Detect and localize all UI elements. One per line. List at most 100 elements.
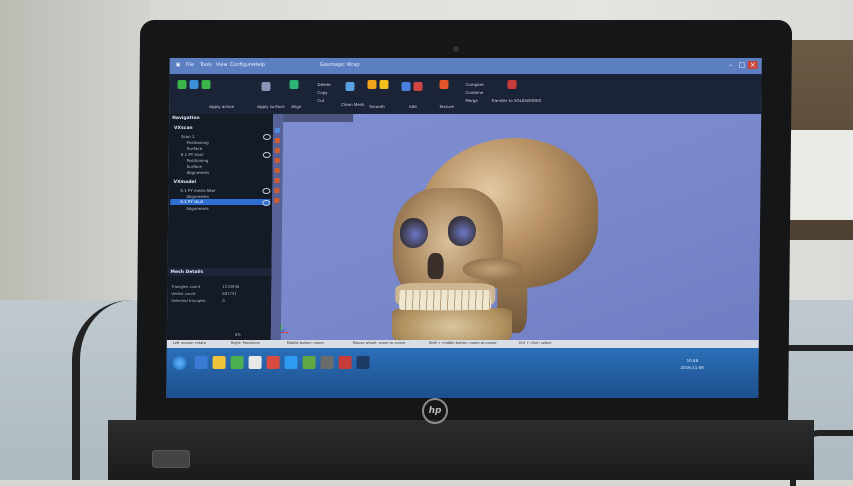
ie-icon[interactable] <box>194 356 208 369</box>
detail-label: Selected triangles <box>171 298 206 303</box>
window-title: Geomagic Wrap <box>319 62 360 68</box>
section-vxmodel[interactable]: VXmodel <box>173 180 196 185</box>
smooth-icon[interactable] <box>367 80 377 89</box>
section-vxscan[interactable]: VXscan <box>174 126 193 131</box>
ribbon-toolbar: Apply active Apply surface Align Delete … <box>169 74 762 114</box>
skull-zygoma <box>462 258 523 280</box>
ribbon-label-compare[interactable]: Compare <box>465 82 483 87</box>
app-icon[interactable] <box>302 356 316 369</box>
ribbon-label-clean-mesh: Clean Mesh <box>341 102 365 107</box>
scan-icon[interactable] <box>189 80 199 89</box>
close-button[interactable]: × <box>747 61 758 69</box>
tree-item[interactable]: Alignments <box>186 206 209 211</box>
visibility-eye-icon[interactable] <box>262 134 271 140</box>
background-box <box>790 130 853 220</box>
polygon-icon[interactable] <box>274 158 280 163</box>
title-bar: ▣ File Tools View Configure Help Geomagi… <box>169 58 762 75</box>
detail-label: Vertex count <box>171 291 196 296</box>
progress-label: 0% <box>234 332 241 337</box>
skull-teeth <box>399 290 492 310</box>
maximize-button[interactable]: □ <box>737 61 747 69</box>
viewport-view-toolbar <box>283 114 354 122</box>
menu-configure[interactable]: Configure <box>230 62 254 68</box>
status-text: Right: Pan/zoom <box>230 341 261 345</box>
webcam-icon <box>453 46 459 52</box>
app-icon: ▣ <box>175 62 181 68</box>
mesh-details-header: Mesh Details <box>167 268 272 276</box>
status-text: Middle button: zoom <box>286 341 324 345</box>
menu-help[interactable]: Help <box>254 62 265 68</box>
visibility-eye-icon[interactable] <box>262 188 271 194</box>
visibility-eye-icon[interactable] <box>262 200 271 206</box>
tree-item[interactable]: Scan 1 <box>181 134 195 139</box>
hp-logo: hp <box>422 398 448 424</box>
grow-icon[interactable] <box>274 198 280 203</box>
chrome-icon[interactable] <box>266 356 280 369</box>
vxelements-icon[interactable] <box>338 356 352 369</box>
clean-mesh-icon[interactable] <box>345 82 355 91</box>
ribbon-label-texture: Texture <box>439 104 454 109</box>
minimize-button[interactable]: – <box>726 61 736 69</box>
skype-icon[interactable] <box>284 356 298 369</box>
ribbon-label-transfer: Transfer to SOLIDWORKS <box>491 98 542 103</box>
visibility-eye-icon[interactable] <box>262 152 271 158</box>
edit-icon[interactable] <box>401 82 411 91</box>
tray-date[interactable]: 2016-11-08 <box>681 365 704 370</box>
invert-icon[interactable] <box>274 188 280 193</box>
detail-value: 607751 <box>222 291 237 296</box>
status-text: Ctrl + click: select <box>518 341 552 345</box>
cut-plane-icon[interactable] <box>413 82 423 91</box>
tree-item[interactable]: 6.1 PY mesh-filter <box>180 188 215 193</box>
menu-tools[interactable]: Tools <box>200 62 212 68</box>
status-text: Left mouse: rotate <box>172 341 206 345</box>
menu-view[interactable]: View <box>216 62 228 68</box>
skull-nasal-cavity <box>427 253 444 279</box>
solidworks-icon[interactable] <box>507 80 517 89</box>
apply-surface-icon[interactable] <box>261 82 271 91</box>
tree-item[interactable]: Alignments <box>187 170 210 175</box>
detail-value: 0 <box>222 298 225 303</box>
menu-file[interactable]: File <box>186 62 194 68</box>
background-door <box>0 0 150 300</box>
circle-icon[interactable] <box>274 178 280 183</box>
ribbon-label-cut[interactable]: Cut <box>317 98 324 103</box>
status-text: Shift + middle button: zoom at cursor <box>428 341 497 345</box>
lasso-icon[interactable] <box>274 138 280 143</box>
laptop-button <box>152 450 190 468</box>
tree-item[interactable]: Surface <box>187 164 202 169</box>
detail-value: 1233936 <box>222 284 240 289</box>
tree-item[interactable]: Positioning <box>187 158 209 163</box>
app-icon[interactable] <box>320 356 334 369</box>
ribbon-label-apply-surface: Apply surface <box>257 104 285 109</box>
brush-icon[interactable] <box>274 148 280 153</box>
status-text: Mouse wheel: zoom to cursor <box>352 341 406 345</box>
surface-icon[interactable] <box>201 80 211 89</box>
status-bar: Left mouse: rotate Right: Pan/zoom Middl… <box>166 340 759 348</box>
rectangle-icon[interactable] <box>274 168 280 173</box>
fill-holes-icon[interactable] <box>379 80 389 89</box>
ribbon-label-delete[interactable]: Delete <box>317 82 330 87</box>
ribbon-label-smooth: Smooth <box>369 104 385 109</box>
ribbon-label-merge[interactable]: Merge <box>465 98 478 103</box>
ribbon-label-copy[interactable]: Copy <box>317 90 327 95</box>
media-icon[interactable] <box>230 356 244 369</box>
mesh-details-title: Mesh Details <box>170 270 204 275</box>
ribbon-label-combine[interactable]: Combine <box>465 90 483 95</box>
tree-selected-row[interactable]: 6.1 PY skull <box>170 199 271 205</box>
apply-active-icon[interactable] <box>177 80 187 89</box>
tree-item[interactable]: Surface <box>187 146 202 151</box>
start-button-icon[interactable] <box>172 356 187 370</box>
tray-time[interactable]: 10:48 <box>687 358 699 363</box>
texture-icon[interactable] <box>439 80 449 89</box>
align-icon[interactable] <box>289 80 299 89</box>
tree-item[interactable]: Positioning <box>187 140 209 145</box>
app-icon[interactable] <box>356 356 370 369</box>
app-icon[interactable] <box>248 356 262 369</box>
tree-item-selected[interactable]: 6.1 PY skull <box>180 199 203 204</box>
ribbon-label-apply-active: Apply active <box>209 104 235 109</box>
tree-item[interactable]: 6.1 PY skull <box>181 152 204 157</box>
detail-label: Triangles count <box>171 284 201 289</box>
explorer-icon[interactable] <box>212 356 226 369</box>
select-icon[interactable] <box>274 128 281 133</box>
ribbon-label-align: Align <box>291 104 302 109</box>
